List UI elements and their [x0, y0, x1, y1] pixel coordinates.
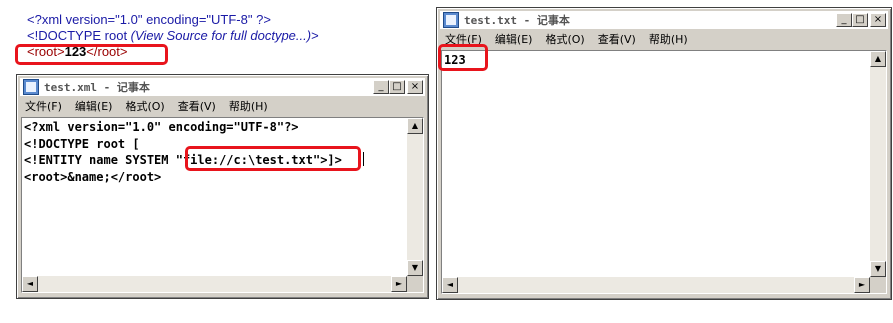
xml-text-area[interactable]: <?xml version="1.0" encoding="UTF-8"?> <!… [21, 117, 424, 293]
txt-titlebar[interactable]: test.txt - 记事本 _ □ × [440, 11, 888, 29]
txt-content-highlight-box [438, 44, 488, 71]
scroll-left-button[interactable]: ◄ [442, 277, 458, 293]
minimize-button[interactable]: _ [373, 80, 389, 94]
scroll-down-button[interactable]: ▼ [407, 260, 423, 276]
size-grip[interactable] [870, 277, 886, 293]
scroll-right-button[interactable]: ► [854, 277, 870, 293]
vertical-scrollbar[interactable]: ▲ ▼ [407, 118, 423, 276]
xml-notepad-window: test.xml - 记事本 _ □ × 文件(F) 编辑(E) 格式(O) 查… [16, 74, 429, 299]
notepad-icon [443, 12, 459, 28]
scroll-up-button[interactable]: ▲ [870, 51, 886, 67]
text-caret [363, 152, 364, 166]
maximize-button[interactable]: □ [852, 13, 868, 27]
root-highlight-box [15, 44, 168, 65]
menu-edit[interactable]: 编辑(E) [490, 31, 541, 47]
txt-notepad-window: test.txt - 记事本 _ □ × 文件(F) 编辑(E) 格式(O) 查… [436, 7, 892, 300]
xml-declaration: <?xml version="1.0" encoding="UTF-8" ?> [27, 12, 271, 27]
minimize-button[interactable]: _ [836, 13, 852, 27]
txt-text-area[interactable]: 123 ▲ ▼ ◄ ► [441, 50, 887, 294]
txt-menubar: 文件(F) 编辑(E) 格式(O) 查看(V) 帮助(H) [440, 30, 888, 48]
xml-titlebar[interactable]: test.xml - 记事本 _ □ × [20, 78, 425, 96]
menu-format[interactable]: 格式(O) [120, 98, 172, 114]
menu-help[interactable]: 帮助(H) [644, 31, 696, 47]
menu-file[interactable]: 文件(F) [20, 98, 70, 114]
xml-window-controls: _ □ × [373, 80, 423, 94]
size-grip[interactable] [407, 276, 423, 292]
doctype-close: > [311, 28, 319, 43]
xml-menubar: 文件(F) 编辑(E) 格式(O) 查看(V) 帮助(H) [20, 97, 425, 115]
view-source-hint[interactable]: (View Source for full doctype...) [131, 28, 311, 43]
entity-highlight-box [185, 146, 361, 171]
scroll-down-button[interactable]: ▼ [870, 261, 886, 277]
txt-window-title: test.txt - 记事本 [464, 14, 570, 27]
horizontal-scrollbar[interactable]: ◄ ► [22, 276, 407, 292]
scroll-right-button[interactable]: ► [391, 276, 407, 292]
doctype-line: <!DOCTYPE root (View Source for full doc… [27, 28, 319, 44]
menu-edit[interactable]: 编辑(E) [70, 98, 121, 114]
notepad-icon [23, 79, 39, 95]
menu-view[interactable]: 查看(V) [173, 98, 224, 114]
xml-window-title: test.xml - 记事本 [44, 81, 150, 94]
text-line: <?xml version="1.0" encoding="UTF-8"?> [24, 120, 299, 134]
scroll-left-button[interactable]: ◄ [22, 276, 38, 292]
vertical-scrollbar[interactable]: ▲ ▼ [870, 51, 886, 277]
menu-view[interactable]: 查看(V) [593, 31, 644, 47]
close-button[interactable]: × [870, 13, 886, 27]
close-button[interactable]: × [407, 80, 423, 94]
txt-window-controls: _ □ × [836, 13, 886, 27]
maximize-button[interactable]: □ [389, 80, 405, 94]
doctype-text: <!DOCTYPE root [27, 28, 131, 43]
menu-format[interactable]: 格式(O) [540, 31, 592, 47]
horizontal-scrollbar[interactable]: ◄ ► [442, 277, 870, 293]
menu-help[interactable]: 帮助(H) [224, 98, 276, 114]
scroll-up-button[interactable]: ▲ [407, 118, 423, 134]
